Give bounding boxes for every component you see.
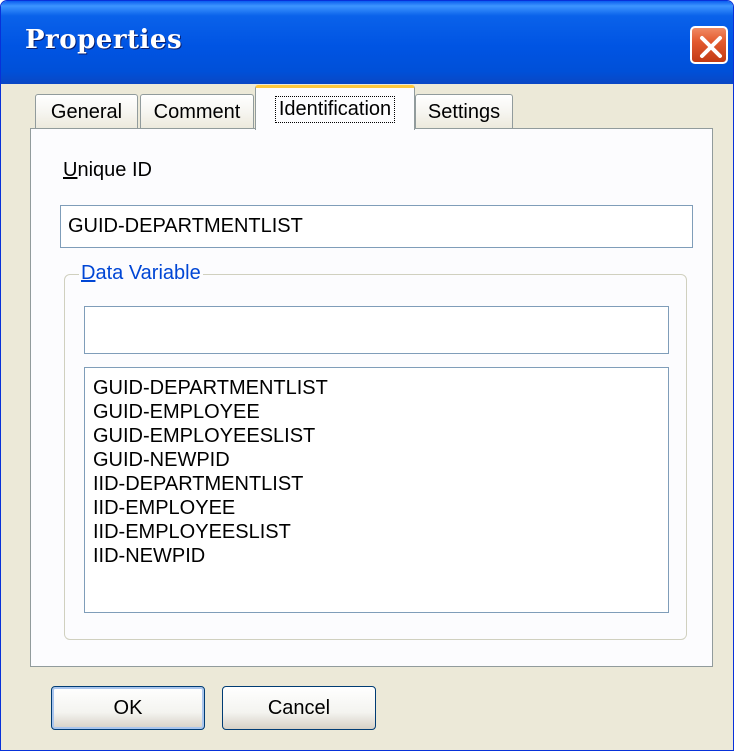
tab-label: Identification [274, 95, 396, 123]
list-item[interactable]: IID-DEPARTMENTLIST [93, 472, 660, 496]
list-item[interactable]: GUID-NEWPID [93, 448, 660, 472]
label-text: ata Variable [95, 262, 201, 284]
close-icon [700, 36, 722, 58]
tab-settings[interactable]: Settings [415, 94, 513, 130]
cancel-button[interactable]: Cancel [222, 686, 376, 730]
tab-identification[interactable]: Identification [255, 85, 415, 130]
data-variable-input[interactable] [84, 306, 669, 354]
unique-id-input[interactable] [60, 205, 693, 248]
unique-id-label: Unique ID [63, 159, 152, 182]
data-variable-list[interactable]: GUID-DEPARTMENTLIST GUID-EMPLOYEE GUID-E… [84, 367, 669, 613]
list-item[interactable]: IID-EMPLOYEESLIST [93, 520, 660, 544]
mnemonic: D [81, 262, 96, 284]
list-item[interactable]: IID-NEWPID [93, 544, 660, 568]
tab-general[interactable]: General [35, 94, 138, 130]
window-title: Properties [25, 25, 183, 55]
tab-label: Comment [153, 101, 241, 123]
data-variable-group: Data Variable GUID-DEPARTMENTLIST GUID-E… [64, 262, 687, 640]
data-variable-label: Data Variable [79, 262, 203, 285]
ok-button[interactable]: OK [51, 686, 205, 730]
label-text: nique ID [77, 159, 152, 181]
mnemonic: U [63, 159, 78, 181]
list-item[interactable]: GUID-EMPLOYEESLIST [93, 424, 660, 448]
title-bar[interactable]: Properties [1, 1, 733, 84]
close-button[interactable] [690, 26, 728, 64]
tab-label: Settings [427, 101, 501, 123]
list-item[interactable]: GUID-EMPLOYEE [93, 400, 660, 424]
tab-strip: General Comment Identification Settings [31, 85, 711, 130]
identification-panel: Unique ID Data Variable GUID-DEPARTMENTL… [30, 128, 713, 667]
tab-label: General [50, 101, 123, 123]
properties-dialog: Properties General Comment Identificatio… [0, 0, 734, 751]
list-item[interactable]: GUID-DEPARTMENTLIST [93, 376, 660, 400]
tab-comment[interactable]: Comment [140, 94, 254, 130]
list-item[interactable]: IID-EMPLOYEE [93, 496, 660, 520]
